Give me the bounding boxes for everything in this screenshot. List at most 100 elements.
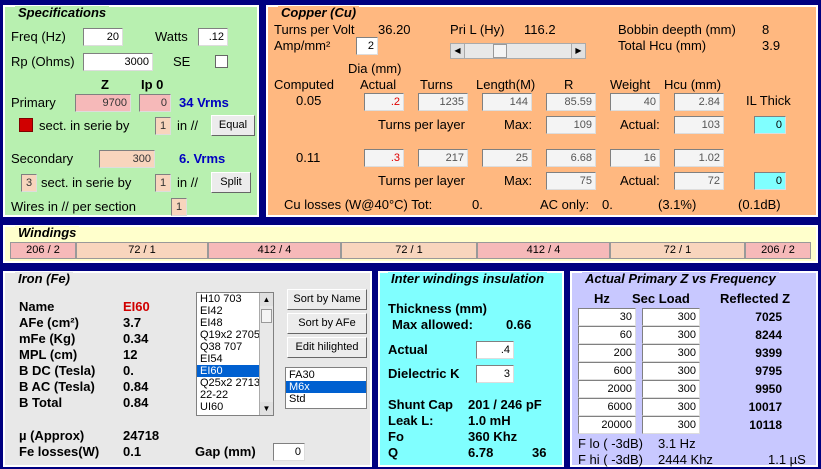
freq-row-load-input[interactable]: 300: [642, 362, 700, 380]
secondary-actual-field: 72: [674, 172, 724, 190]
primary-sect-label: sect. in serie by: [39, 118, 130, 133]
bac-label: B AC (Tesla): [19, 379, 95, 394]
primary-max-field: 109: [546, 116, 596, 134]
shunt-cap-label: Shunt Cap: [388, 397, 453, 412]
freq-row-hz-input[interactable]: 20000: [578, 416, 636, 434]
freq-row-z-value: 10017: [748, 400, 782, 414]
freq-row-load-input[interactable]: 300: [642, 398, 700, 416]
winding-cell[interactable]: 72 / 1: [76, 242, 208, 259]
secondary-actual-dia-input[interactable]: .3: [364, 149, 404, 167]
copper-panel: Copper (Cu) Turns per Volt 36.20 Pri L (…: [266, 5, 818, 217]
freq-row-z-value: 9795: [755, 364, 782, 378]
fo-value: 360 Khz: [468, 429, 518, 444]
iron-title: Iron (Fe): [15, 272, 73, 286]
wires-input[interactable]: 1: [171, 198, 187, 216]
winding-cell[interactable]: 412 / 4: [208, 242, 341, 259]
core-list-scrollbar[interactable]: ▲ ▼: [259, 293, 273, 415]
primary-turns-field: 1235: [418, 93, 468, 111]
amp-input[interactable]: 2: [356, 37, 378, 55]
winding-cell[interactable]: 206 / 2: [745, 242, 811, 259]
copper-title: Copper (Cu): [278, 6, 360, 20]
core-list-scroll-up-icon[interactable]: ▲: [260, 293, 273, 306]
sec-load-header: Sec Load: [632, 291, 690, 306]
sort-by-afe-button[interactable]: Sort by AFe: [287, 313, 367, 334]
freq-row-z-value: 7025: [755, 310, 782, 324]
secondary-vrms: 6. Vrms: [179, 151, 226, 166]
f-lo-label: F lo ( -3dB): [578, 436, 644, 451]
material-list-item[interactable]: Std: [286, 393, 366, 405]
winding-cell[interactable]: 412 / 4: [477, 242, 610, 259]
specifications-title: Specifications: [15, 6, 110, 20]
secondary-sect-input[interactable]: 3: [21, 174, 37, 192]
freq-row-load-input[interactable]: 300: [642, 308, 700, 326]
sort-by-name-button[interactable]: Sort by Name: [287, 289, 367, 310]
equal-button[interactable]: Equal: [211, 115, 255, 136]
freq-row-z-value: 9950: [755, 382, 782, 396]
scroll-thumb[interactable]: [493, 44, 507, 58]
dielectric-input[interactable]: 3: [476, 365, 514, 383]
freq-row-load-input[interactable]: 300: [642, 416, 700, 434]
winding-cell[interactable]: 206 / 2: [10, 242, 76, 259]
secondary-weight-field: 16: [610, 149, 660, 167]
afe-label: AFe (cm²): [19, 315, 79, 330]
ac-only-value: 0.: [602, 197, 613, 212]
secondary-computed-dia: 0.11: [296, 150, 321, 165]
insulation-actual-input[interactable]: .4: [476, 341, 514, 359]
scroll-left-arrow[interactable]: ◀: [451, 44, 465, 58]
primary-sections-marker[interactable]: [19, 118, 33, 132]
mu-label: µ (Approx): [19, 428, 85, 443]
pri-l-value: 116.2: [524, 22, 556, 37]
freq-row-hz-input[interactable]: 600: [578, 362, 636, 380]
gap-input[interactable]: 0: [273, 443, 305, 461]
cu-losses-total: 0.: [472, 197, 483, 212]
primary-serie-input[interactable]: 1: [155, 117, 171, 135]
primary-weight-field: 40: [610, 93, 660, 111]
freq-row-hz-input[interactable]: 2000: [578, 380, 636, 398]
material-list-item[interactable]: FA30: [286, 369, 366, 381]
primary-length-field: 144: [482, 93, 532, 111]
fo-label: Fo: [388, 429, 404, 444]
gap-label: Gap (mm): [195, 444, 256, 459]
max-allowed-label: Max allowed:: [392, 317, 473, 332]
scroll-right-arrow[interactable]: ▶: [571, 44, 585, 58]
secondary-il-thick-input[interactable]: 0: [754, 172, 786, 190]
material-list[interactable]: FA30 M6x Std: [285, 367, 367, 409]
btotal-value: 0.84: [123, 395, 149, 410]
rp-input[interactable]: 3000: [83, 53, 153, 71]
secondary-max-label: Max:: [504, 173, 533, 188]
primary-z-field: 9700: [75, 94, 131, 112]
freq-row-hz-input[interactable]: 200: [578, 344, 636, 362]
primary-actual-dia-input[interactable]: .2: [364, 93, 404, 111]
q-value: 6.78: [468, 445, 494, 460]
total-hcu-value: 3.9: [762, 38, 781, 53]
mpl-label: MPL (cm): [19, 347, 78, 362]
primary-vrms: 34 Vrms: [179, 95, 229, 110]
edit-highlighted-button[interactable]: Edit hilighted: [287, 337, 367, 358]
secondary-turns-field: 217: [418, 149, 468, 167]
primary-il-thick-input[interactable]: 0: [754, 116, 786, 134]
freq-row-hz-input[interactable]: 6000: [578, 398, 636, 416]
core-list-scroll-thumb[interactable]: [261, 309, 272, 323]
material-list-item-selected[interactable]: M6x: [286, 381, 366, 393]
freq-row-hz-input[interactable]: 30: [578, 308, 636, 326]
insulation-title: Inter windings insulation: [388, 272, 548, 286]
freq-row-hz-input[interactable]: 60: [578, 326, 636, 344]
winding-cell[interactable]: 72 / 1: [341, 242, 477, 259]
total-hcu-label: Total Hcu (mm): [618, 38, 707, 53]
core-list-scroll-down-icon[interactable]: ▼: [260, 402, 273, 415]
header-hcu: Hcu (mm): [664, 77, 722, 92]
freq-row-load-input[interactable]: 300: [642, 344, 700, 362]
watts-input[interactable]: .12: [198, 28, 228, 46]
winding-cell[interactable]: 72 / 1: [610, 242, 745, 259]
se-checkbox[interactable]: [215, 55, 228, 68]
primary-actual-label: Actual:: [620, 117, 660, 132]
amp-scrollbar[interactable]: ◀ ▶: [450, 43, 586, 59]
split-button[interactable]: Split: [211, 172, 251, 193]
mfe-label: mFe (Kg): [19, 331, 76, 346]
secondary-serie-input[interactable]: 1: [155, 174, 171, 192]
freq-row-load-input[interactable]: 300: [642, 326, 700, 344]
windings-title: Windings: [15, 226, 80, 240]
ip-column-label: Ip 0: [141, 77, 164, 92]
freq-row-load-input[interactable]: 300: [642, 380, 700, 398]
freq-input[interactable]: 20: [83, 28, 123, 46]
